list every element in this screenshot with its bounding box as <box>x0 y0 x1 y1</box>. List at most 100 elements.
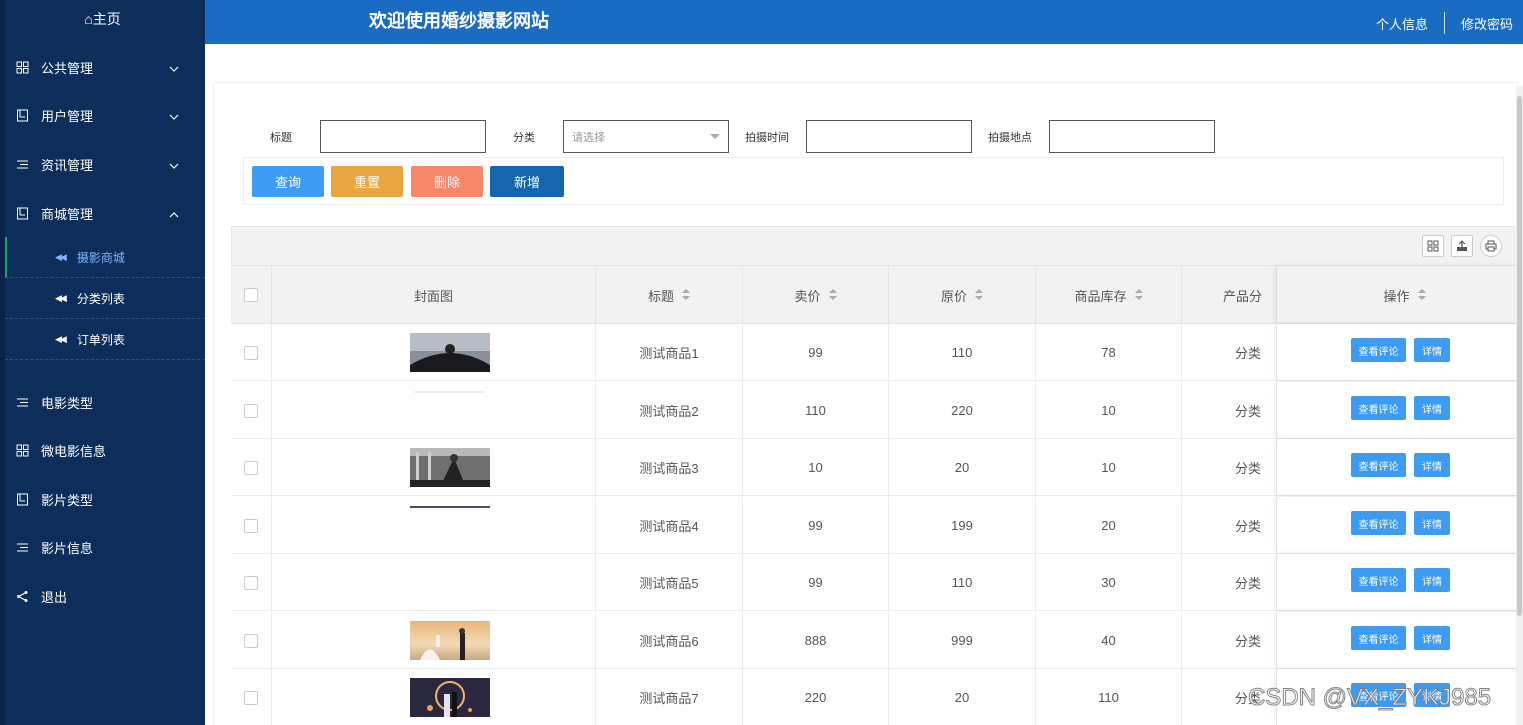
price-cell: 888 <box>743 612 889 669</box>
page-scrollbar[interactable] <box>1516 86 1523 725</box>
checkbox[interactable] <box>244 518 258 533</box>
search-category-select[interactable]: 请选择 <box>563 120 729 153</box>
columns-icon[interactable] <box>1422 235 1444 257</box>
header-stock[interactable]: 商品库存 <box>1036 266 1182 324</box>
sort-icon[interactable] <box>1134 289 1143 301</box>
print-icon[interactable] <box>1480 235 1502 257</box>
original-price-cell: 999 <box>889 612 1036 669</box>
reset-button[interactable]: 重置 <box>331 166 403 197</box>
cover-cell <box>272 669 596 725</box>
menu-film-type[interactable]: 影片类型 <box>5 475 205 523</box>
detail-button[interactable]: 详情 <box>1414 511 1450 535</box>
header-label: 标题 <box>647 288 674 304</box>
search-time-input[interactable] <box>806 120 972 153</box>
search-time-label: 拍摄时间 <box>745 132 789 144</box>
title-cell: 测试商品2 <box>596 382 743 439</box>
export-icon[interactable] <box>1451 235 1473 257</box>
menu-micro-film[interactable]: 微电影信息 <box>5 426 205 474</box>
checkbox[interactable] <box>244 575 258 590</box>
checkbox[interactable] <box>244 690 258 705</box>
menu-logout[interactable]: 退出 <box>5 572 205 620</box>
menu-users[interactable]: 用户管理 <box>5 91 205 139</box>
view-comments-button[interactable]: 查看评论 <box>1351 453 1406 477</box>
sub-item-order-list[interactable]: ◀◀ 订单列表 <box>5 319 205 360</box>
rewind-icon: ◀◀ <box>55 333 67 344</box>
checkbox[interactable] <box>244 288 258 302</box>
detail-button[interactable]: 详情 <box>1414 453 1450 477</box>
menu-label: 影片信息 <box>41 540 94 556</box>
table-row: 测试商品6 888 999 40 分类 查看评论 详情 <box>231 612 1523 669</box>
search-place-input[interactable] <box>1049 120 1215 153</box>
query-button[interactable]: 查询 <box>252 166 324 197</box>
detail-button[interactable]: 详情 <box>1414 568 1450 592</box>
checkbox[interactable] <box>244 403 258 418</box>
search-title-label: 标题 <box>270 132 292 144</box>
original-price-cell: 20 <box>889 669 1036 725</box>
scrollbar-thumb[interactable] <box>1517 96 1522 616</box>
detail-button[interactable]: 详情 <box>1414 626 1450 650</box>
rewind-icon: ◀◀ <box>55 251 67 262</box>
original-price-cell: 199 <box>889 497 1036 554</box>
menu-movie-type[interactable]: 电影类型 <box>5 378 205 426</box>
search-title-input[interactable] <box>320 120 486 153</box>
category-cell: 分类 <box>1182 324 1277 381</box>
actions-cell: 查看评论 详情 <box>1277 612 1523 668</box>
cover-image <box>410 448 490 487</box>
sub-item-category-list[interactable]: ◀◀ 分类列表 <box>5 278 205 319</box>
detail-button[interactable]: 详情 <box>1414 396 1450 420</box>
menu-shop[interactable]: 商城管理 <box>5 189 205 237</box>
stock-cell: 78 <box>1036 324 1182 381</box>
cover-image <box>410 333 490 372</box>
menu-label: 公共管理 <box>41 60 94 76</box>
header-label: 封面图 <box>413 288 453 304</box>
menu-news[interactable]: 资讯管理 <box>5 140 205 188</box>
header-label: 商品库存 <box>1074 288 1127 304</box>
sort-icon[interactable] <box>1417 289 1426 301</box>
sub-item-label: 分类列表 <box>76 291 125 306</box>
category-cell: 分类 <box>1182 554 1277 611</box>
original-price-cell: 20 <box>889 439 1036 496</box>
header-title[interactable]: 标题 <box>596 266 743 324</box>
menu-film-info[interactable]: 影片信息 <box>5 523 205 571</box>
checkbox[interactable] <box>244 345 258 360</box>
checkbox[interactable] <box>244 633 258 648</box>
menu-public[interactable]: 公共管理 <box>5 43 205 91</box>
content-card: 标题 分类 请选择 拍摄时间 拍摄地点 查询 重置 删除 新增 封面图 标题 卖… <box>213 82 1523 725</box>
actions-cell: 查看评论 详情 <box>1277 497 1523 553</box>
header-price[interactable]: 卖价 <box>743 266 889 324</box>
price-cell: 99 <box>743 324 889 381</box>
profile-link[interactable]: 个人信息 <box>1376 14 1428 33</box>
table-row: 测试商品2 110 220 10 分类 查看评论 详情 <box>231 382 1523 439</box>
stock-cell: 20 <box>1036 497 1182 554</box>
sort-icon[interactable] <box>975 289 983 301</box>
add-button[interactable]: 新增 <box>490 166 564 197</box>
view-comments-button[interactable]: 查看评论 <box>1351 511 1406 535</box>
sort-icon[interactable] <box>682 289 690 301</box>
sidebar-home-link[interactable]: ⌂主页 <box>0 0 205 38</box>
title-cell: 测试商品5 <box>596 554 743 611</box>
sub-item-label: 订单列表 <box>76 332 125 347</box>
category-cell: 分类 <box>1182 497 1277 554</box>
cover-cell <box>272 497 596 554</box>
header-actions: 操作 <box>1277 266 1523 324</box>
cover-cell <box>272 324 596 381</box>
view-comments-button[interactable]: 查看评论 <box>1351 568 1406 592</box>
header-select-all[interactable] <box>231 266 272 324</box>
row-checkbox-cell <box>231 669 272 725</box>
header-original-price[interactable]: 原价 <box>889 266 1036 324</box>
detail-button[interactable]: 详情 <box>1414 338 1450 362</box>
table-row: 测试商品1 99 110 78 分类 查看评论 详情 <box>231 324 1523 381</box>
original-price-cell: 110 <box>889 554 1036 611</box>
sub-item-label: 摄影商城 <box>76 250 125 265</box>
sub-item-photo-shop[interactable]: ◀◀ 摄影商城 <box>5 237 205 278</box>
view-comments-button[interactable]: 查看评论 <box>1351 338 1406 362</box>
price-cell: 10 <box>743 439 889 496</box>
checkbox[interactable] <box>244 460 258 475</box>
sort-icon[interactable] <box>828 289 837 301</box>
row-checkbox-cell <box>231 497 272 554</box>
delete-button[interactable]: 删除 <box>411 166 483 197</box>
chevron-down-icon <box>710 134 720 139</box>
view-comments-button[interactable]: 查看评论 <box>1351 396 1406 420</box>
change-password-link[interactable]: 修改密码 <box>1461 14 1513 33</box>
view-comments-button[interactable]: 查看评论 <box>1351 626 1406 650</box>
